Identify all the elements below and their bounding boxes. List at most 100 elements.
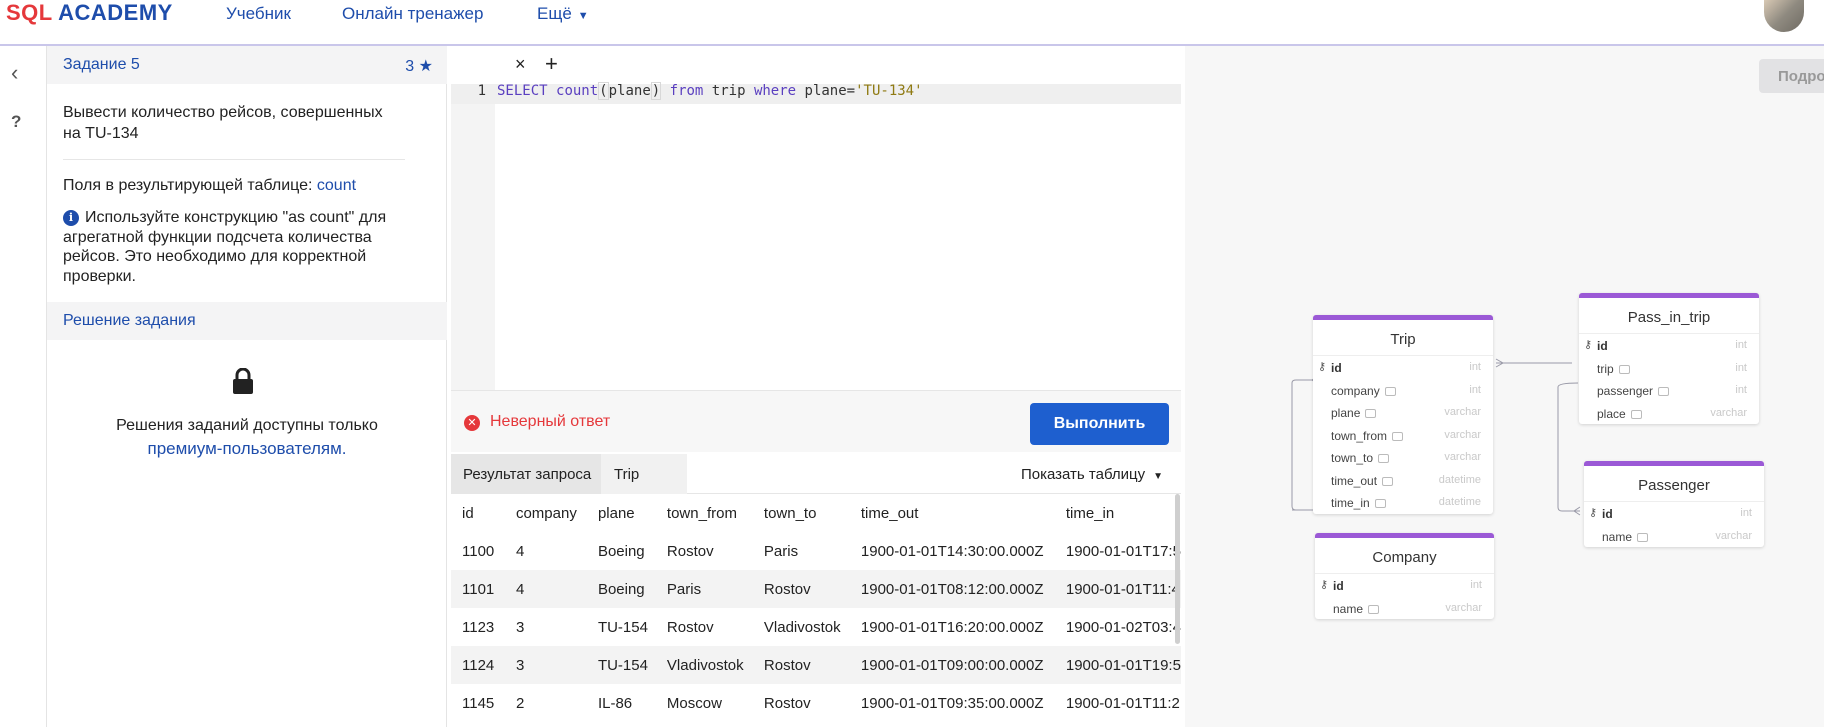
results-panel: Результат запроса Trip Показать таблицу ▼… [451,454,1181,727]
avatar[interactable] [1764,0,1804,32]
tab-query-result[interactable]: Результат запроса [451,454,601,494]
table-cell: 2 [504,684,587,722]
star-icon: ★ [418,58,433,75]
field-type: varchar [1445,601,1482,614]
code-token: SELECT [497,83,548,99]
premium-link[interactable]: премиум-пользователям. [47,437,447,460]
show-table-dropdown[interactable]: Показать таблицу ▼ [1021,466,1163,483]
entity-title: Company [1315,538,1494,574]
table-cell: TU-154 [586,608,656,646]
comment-icon [1658,387,1670,396]
entity-field: time_in datetime [1313,491,1493,514]
result-fields: Поля в результирующей таблице: count [63,177,356,195]
sql-editor[interactable]: × + 1 SELECT count(plane) from trip wher… [451,46,1181,390]
show-table-label: Показать таблицу [1020,466,1146,483]
solution-section[interactable]: Решение задания [47,302,447,340]
table-cell: 3 [504,646,587,684]
caret-down-icon: ▼ [577,10,589,22]
field-name: id [1597,339,1608,353]
entity-field: plane varchar [1313,401,1493,424]
chevron-left-icon[interactable]: ‹ [11,60,18,86]
table-cell: 4 [504,570,587,608]
code-token: 'TU-134' [855,83,923,99]
field-name-text: place [1597,406,1626,421]
tab-trip[interactable]: Trip [601,454,687,494]
table-cell: 1900-01-01T19:5 [1054,646,1181,684]
help-icon[interactable]: ? [11,112,21,132]
table-cell: Paris [655,570,753,608]
column-header: town_to [752,494,850,532]
nav-more[interactable]: Ещё ▼ [537,4,589,24]
column-header: company [504,494,587,532]
entity-company[interactable]: Company ⚷ id int name varchar [1315,533,1494,619]
field-name-text: id [1333,579,1344,593]
code-token: ) [650,82,662,100]
code-token: from [669,83,704,99]
editor-tabbar: × + [451,46,1181,84]
field-type: varchar [1444,406,1481,418]
caret-down-icon: ▼ [1153,471,1163,482]
key-icon: ⚷ [1584,339,1593,351]
key-icon: ⚷ [1320,579,1329,591]
field-name: time_in [1331,496,1386,510]
field-type: int [1735,339,1747,351]
entity-title: Passenger [1584,466,1764,502]
field-name: name [1333,602,1380,616]
entity-field: time_out datetime [1313,469,1493,492]
entity-field: town_from varchar [1313,424,1493,447]
table-cell: 3 [504,608,587,646]
table-cell: 1900-01-01T09:00:00.000Z [849,646,1055,684]
field-name-text: id [1331,361,1342,375]
table-cell: Boeing [586,532,656,570]
table-cell: 1100 [451,532,505,570]
nav-online-trainer[interactable]: Онлайн тренажер [342,4,483,24]
logo[interactable]: SQL ACADEMY [6,0,173,26]
field-type: datetime [1438,473,1481,486]
entity-passenger[interactable]: Passenger ⚷ id int name varchar [1584,461,1764,547]
comment-icon [1374,499,1386,508]
entity-title: Trip [1313,320,1493,356]
add-tab-icon[interactable]: + [545,51,558,77]
entity-trip[interactable]: Trip ⚷ id int company int plane varchar town_fr… [1313,315,1493,514]
run-button[interactable]: Выполнить [1030,403,1169,445]
entity-field: ⚷ id int [1579,334,1759,357]
results-scrollbar[interactable] [1175,494,1180,644]
field-name-text: plane [1331,406,1361,420]
left-rail: ‹ ? [0,46,47,727]
field-type: datetime [1438,496,1481,508]
table-cell: Boeing [586,570,656,608]
table-cell: IL-86 [586,684,656,722]
table-cell: Paris [752,532,850,570]
schema-canvas[interactable]: Подро Trip ⚷ id int company int plane varchar t… [1185,46,1824,727]
field-type: int [1469,361,1481,373]
field-name: id [1602,507,1613,521]
field-type: varchar [1710,406,1747,419]
table-row: 1124 3 TU-154 Vladivostok Rostov 1900-01-01T0… [451,646,1181,684]
task-header: Задание 5 3 ★ [47,46,447,84]
code-token: ( [598,82,609,100]
relation-line [1557,382,1580,512]
comment-icon [1392,431,1404,441]
nav-textbook[interactable]: Учебник [226,4,291,24]
entity-pass-in-trip[interactable]: Pass_in_trip ⚷ id int trip int passenger int pl… [1579,293,1759,424]
table-row: 1145 2 IL-86 Moscow Rostov 1900-01-01T09:35:0… [451,684,1181,722]
logo-sql: SQL [6,0,53,25]
field-name-text: name [1602,529,1633,544]
solution-label: Решение задания [63,312,196,329]
table-cell: 4 [504,532,587,570]
comment-icon [1637,532,1649,542]
entity-field: town_to varchar [1313,446,1493,469]
field-type: int [1469,383,1481,396]
entity-field: ⚷ id int [1584,502,1764,525]
field-name-text: id [1602,507,1613,521]
field-name-text: time_out [1331,473,1378,488]
table-row: 1100 4 Boeing Rostov Paris 1900-01-01T14:30:0… [451,532,1181,570]
lock-icon [233,368,253,394]
field-name-text: passenger [1597,384,1654,398]
comment-icon [1365,409,1377,418]
code-line[interactable]: SELECT count(plane) from trip where plan… [497,82,923,100]
close-tab-icon[interactable]: × [515,54,526,75]
table-cell: 1900-01-02T03:4 [1054,608,1181,646]
